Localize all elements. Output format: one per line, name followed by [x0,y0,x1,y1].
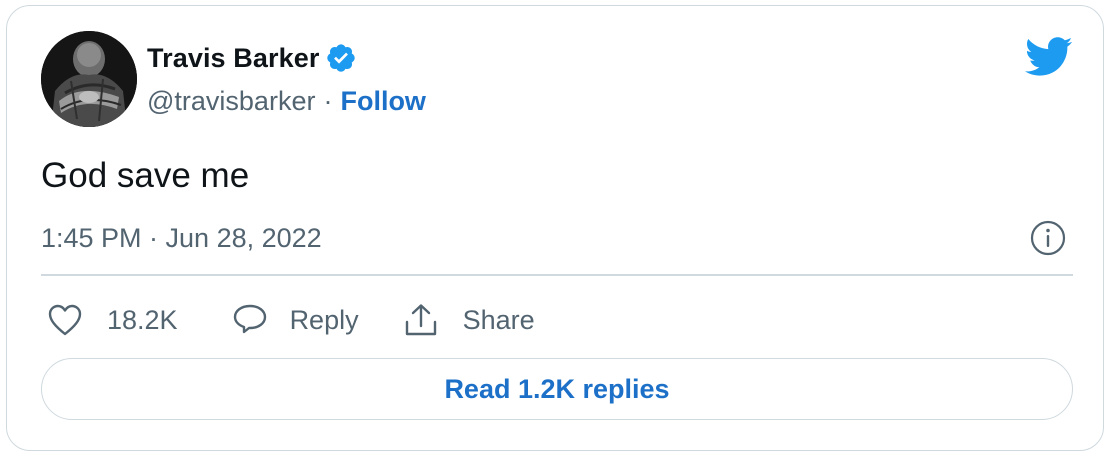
reply-button[interactable]: Reply [232,303,359,337]
tweet-timestamp[interactable]: 1:45 PM · Jun 28, 2022 [41,220,322,256]
info-icon[interactable] [1029,219,1067,257]
separator-dot: · [323,85,333,116]
author-display-name[interactable]: Travis Barker [147,43,319,74]
author-name-row: Travis Barker [147,40,357,76]
tweet-actions: 18.2K Reply Share [41,298,535,342]
share-upload-icon [405,304,436,336]
reply-label: Reply [289,304,359,335]
like-count: 18.2K [107,304,178,335]
tweet-card: Travis Barker @travisbarker · Follow God… [6,5,1104,451]
share-label: Share [462,304,535,335]
follow-button[interactable]: Follow [340,86,425,117]
verified-badge-icon [325,42,357,74]
twitter-bird-icon[interactable] [1024,37,1073,77]
author-handle-row: @travisbarker · Follow [147,83,426,119]
like-button[interactable]: 18.2K [47,303,178,337]
read-replies-button[interactable]: Read 1.2K replies [41,358,1073,420]
avatar-image [41,31,137,127]
avatar[interactable] [41,31,137,127]
speech-bubble-icon [233,304,266,334]
heart-icon [48,304,82,336]
read-replies-label: Read 1.2K replies [444,373,670,404]
share-button[interactable]: Share [403,302,535,338]
tweet-text: God save me [41,156,250,195]
author-handle[interactable]: @travisbarker [147,86,315,117]
divider [41,274,1073,276]
